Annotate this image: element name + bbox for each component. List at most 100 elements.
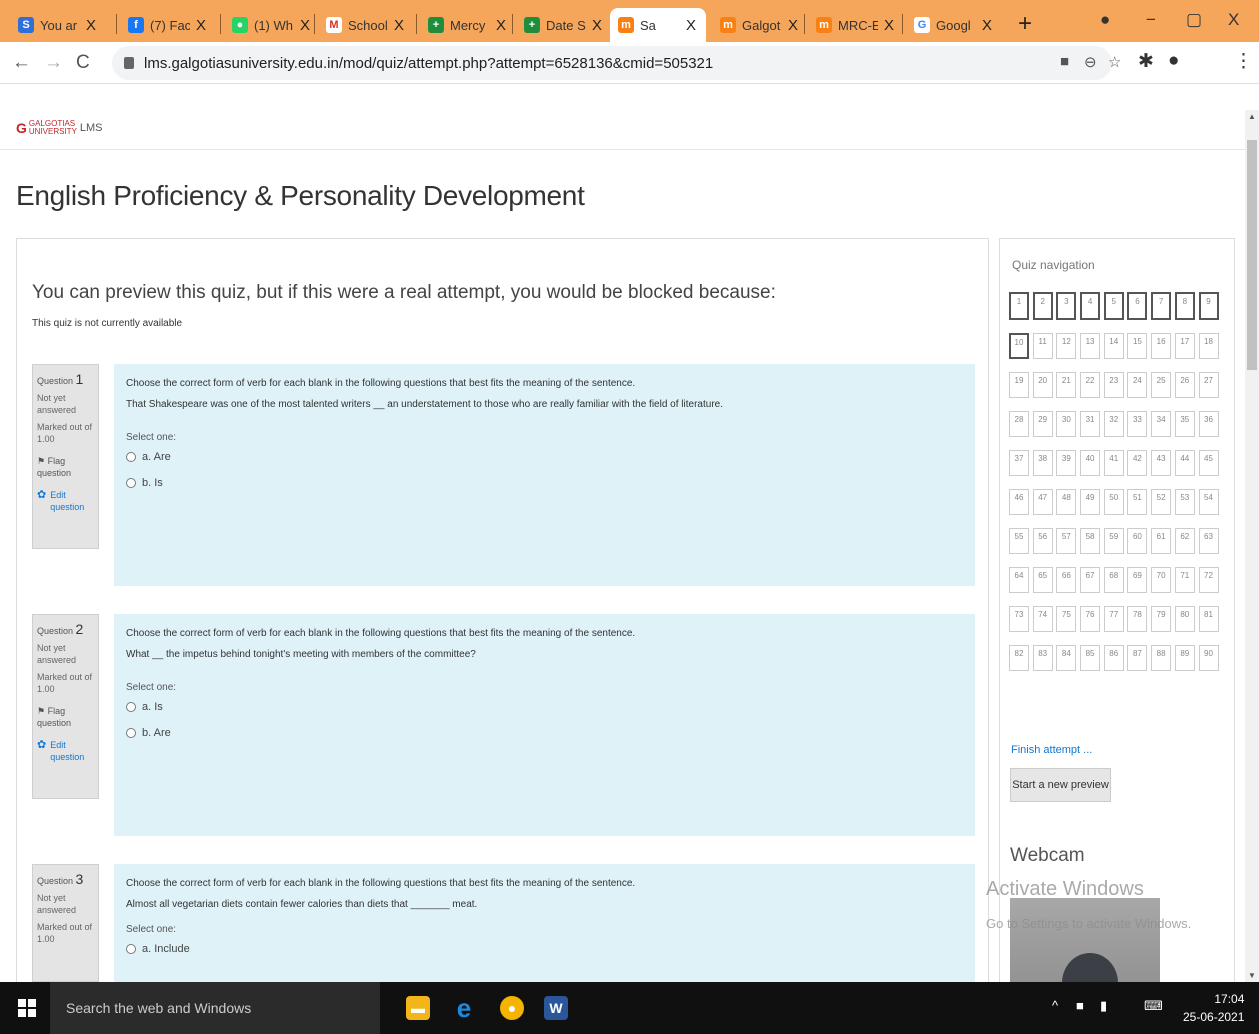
- edit-question-link[interactable]: ✿ Edit question: [37, 489, 94, 513]
- browser-tab[interactable]: f (7) Fac X: [120, 8, 216, 42]
- quiz-nav-button[interactable]: 49: [1080, 489, 1101, 515]
- quiz-nav-button[interactable]: 18: [1198, 333, 1219, 359]
- quiz-nav-button[interactable]: 66: [1056, 567, 1077, 593]
- quiz-nav-button[interactable]: 15: [1127, 333, 1148, 359]
- browser-tab[interactable]: m Sa X: [610, 8, 706, 42]
- quiz-nav-button[interactable]: 57: [1056, 528, 1077, 554]
- tray-chevron-icon[interactable]: ^: [1052, 998, 1058, 1013]
- quiz-nav-button[interactable]: 46: [1009, 489, 1029, 515]
- quiz-nav-button[interactable]: 53: [1174, 489, 1195, 515]
- quiz-nav-button[interactable]: 33: [1127, 411, 1148, 437]
- close-window-icon[interactable]: X: [1228, 10, 1239, 30]
- windows-start-icon[interactable]: [18, 999, 36, 1017]
- quiz-nav-button[interactable]: 35: [1174, 411, 1195, 437]
- quiz-nav-button[interactable]: 69: [1127, 567, 1148, 593]
- quiz-nav-button[interactable]: 4: [1080, 292, 1101, 320]
- quiz-nav-button[interactable]: 84: [1056, 645, 1077, 671]
- cast-icon[interactable]: ■: [1060, 53, 1069, 70]
- quiz-nav-button[interactable]: 74: [1032, 606, 1053, 632]
- quiz-nav-button[interactable]: 80: [1174, 606, 1195, 632]
- close-tab-icon[interactable]: X: [686, 17, 696, 34]
- browser-tab[interactable]: S You ar X: [10, 8, 106, 42]
- quiz-nav-button[interactable]: 34: [1151, 411, 1172, 437]
- quiz-nav-button[interactable]: 89: [1174, 645, 1195, 671]
- quiz-nav-button[interactable]: 79: [1151, 606, 1172, 632]
- site-logo[interactable]: G GALGOTIAS UNIVERSITY LMS: [16, 120, 103, 137]
- taskbar-search[interactable]: Search the web and Windows: [50, 982, 380, 1034]
- quiz-nav-button[interactable]: 60: [1127, 528, 1148, 554]
- quiz-nav-button[interactable]: 64: [1009, 567, 1029, 593]
- chrome-icon[interactable]: ●: [500, 996, 524, 1020]
- flag-question[interactable]: ⚑ Flag question: [37, 705, 94, 729]
- bookmark-star-icon[interactable]: ☆: [1108, 53, 1121, 71]
- quiz-nav-button[interactable]: 42: [1127, 450, 1148, 476]
- menu-icon[interactable]: ⋮: [1234, 50, 1253, 73]
- browser-tab[interactable]: m MRC-E X: [808, 8, 904, 42]
- reload-icon[interactable]: C: [76, 52, 90, 74]
- quiz-nav-button[interactable]: 56: [1032, 528, 1053, 554]
- quiz-nav-button[interactable]: 67: [1080, 567, 1101, 593]
- close-tab-icon[interactable]: X: [300, 17, 310, 34]
- quiz-nav-button[interactable]: 28: [1009, 411, 1029, 437]
- forward-icon[interactable]: →: [44, 52, 63, 74]
- quiz-nav-button[interactable]: 87: [1127, 645, 1148, 671]
- quiz-nav-button[interactable]: 48: [1056, 489, 1077, 515]
- quiz-nav-button[interactable]: 11: [1032, 333, 1053, 359]
- close-tab-icon[interactable]: X: [196, 17, 206, 34]
- close-tab-icon[interactable]: X: [884, 17, 894, 34]
- quiz-nav-button[interactable]: 37: [1009, 450, 1029, 476]
- quiz-nav-button[interactable]: 88: [1151, 645, 1172, 671]
- quiz-nav-button[interactable]: 26: [1174, 372, 1195, 398]
- battery-icon[interactable]: ■: [1076, 998, 1084, 1013]
- quiz-nav-button[interactable]: 7: [1151, 292, 1172, 320]
- quiz-nav-button[interactable]: 38: [1032, 450, 1053, 476]
- quiz-nav-button[interactable]: 14: [1103, 333, 1124, 359]
- profile-circle-icon[interactable]: ●: [1100, 10, 1110, 30]
- quiz-nav-button[interactable]: 29: [1032, 411, 1053, 437]
- quiz-nav-button[interactable]: 59: [1103, 528, 1124, 554]
- browser-tab[interactable]: m Galgot X: [712, 8, 808, 42]
- address-bar[interactable]: lms.galgotiasuniversity.edu.in/mod/quiz/…: [112, 46, 1112, 80]
- quiz-nav-button[interactable]: 76: [1080, 606, 1101, 632]
- flag-question[interactable]: ⚑ Flag question: [37, 455, 94, 479]
- quiz-nav-button[interactable]: 72: [1198, 567, 1219, 593]
- quiz-nav-button[interactable]: 27: [1198, 372, 1219, 398]
- answer-option[interactable]: a. Include: [126, 943, 963, 955]
- quiz-nav-button[interactable]: 41: [1103, 450, 1124, 476]
- quiz-nav-button[interactable]: 39: [1056, 450, 1077, 476]
- start-new-preview-button[interactable]: Start a new preview: [1010, 768, 1111, 802]
- close-tab-icon[interactable]: X: [982, 17, 992, 34]
- quiz-nav-button[interactable]: 86: [1103, 645, 1124, 671]
- quiz-nav-button[interactable]: 83: [1032, 645, 1053, 671]
- scroll-up-icon[interactable]: ▲: [1248, 112, 1256, 121]
- scrollbar-thumb[interactable]: [1247, 140, 1257, 370]
- close-tab-icon[interactable]: X: [788, 17, 798, 34]
- radio-button[interactable]: [126, 478, 136, 488]
- quiz-nav-button[interactable]: 13: [1080, 333, 1101, 359]
- quiz-nav-button[interactable]: 51: [1127, 489, 1148, 515]
- quiz-nav-button[interactable]: 78: [1127, 606, 1148, 632]
- edit-question-link[interactable]: ✿ Edit question: [37, 739, 94, 763]
- quiz-nav-button[interactable]: 31: [1080, 411, 1101, 437]
- quiz-nav-button[interactable]: 55: [1009, 528, 1029, 554]
- system-clock[interactable]: 17:04 25-06-2021: [1183, 990, 1244, 1026]
- quiz-nav-button[interactable]: 6: [1127, 292, 1148, 320]
- quiz-nav-button[interactable]: 73: [1009, 606, 1029, 632]
- quiz-nav-button[interactable]: 16: [1151, 333, 1172, 359]
- close-tab-icon[interactable]: X: [394, 17, 404, 34]
- radio-button[interactable]: [126, 702, 136, 712]
- quiz-nav-button[interactable]: 30: [1056, 411, 1077, 437]
- browser-tab[interactable]: + Date S X: [516, 8, 612, 42]
- quiz-nav-button[interactable]: 17: [1174, 333, 1195, 359]
- notification-icon[interactable]: ▮: [1100, 998, 1107, 1014]
- browser-tab[interactable]: ● (1) Wh X: [224, 8, 320, 42]
- quiz-nav-button[interactable]: 61: [1151, 528, 1172, 554]
- quiz-nav-button[interactable]: 25: [1151, 372, 1172, 398]
- close-tab-icon[interactable]: X: [496, 17, 506, 34]
- back-icon[interactable]: ←: [12, 52, 31, 74]
- browser-tab[interactable]: G Googl X: [906, 8, 1006, 42]
- browser-tab[interactable]: M School X: [318, 8, 414, 42]
- keyboard-icon[interactable]: ⌨: [1144, 998, 1163, 1014]
- answer-option[interactable]: a. Are: [126, 451, 963, 463]
- maximize-icon[interactable]: ▢: [1186, 10, 1202, 30]
